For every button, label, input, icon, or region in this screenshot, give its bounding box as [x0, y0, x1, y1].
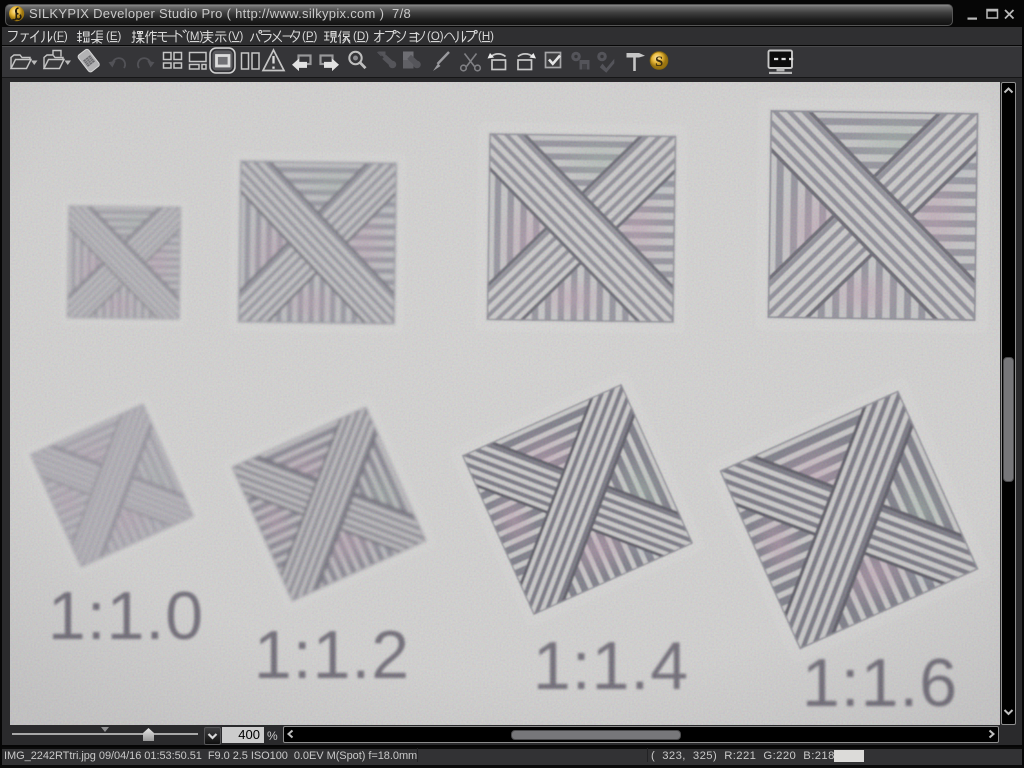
svg-text:(V): (V) [228, 31, 244, 43]
svg-text:S: S [655, 54, 663, 70]
svg-text:(F): (F) [53, 31, 68, 43]
svg-text:(D): (D) [353, 31, 369, 43]
svg-text:(P): (P) [302, 31, 318, 43]
svg-text:(H): (H) [478, 31, 494, 43]
svg-text:(E): (E) [106, 31, 122, 43]
svg-text:(O): (O) [427, 31, 444, 43]
svg-text:(M): (M) [186, 31, 203, 43]
